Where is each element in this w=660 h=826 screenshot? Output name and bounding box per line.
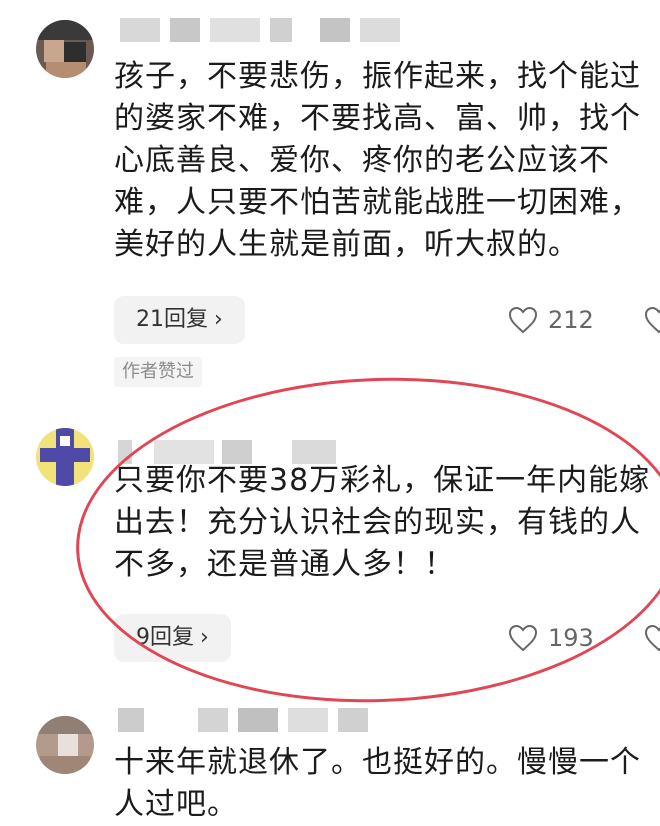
avatar[interactable]: [36, 428, 94, 486]
chevron-right-icon: ›: [214, 307, 223, 332]
username-blurred[interactable]: [120, 18, 420, 42]
comment-text: 十来年就退休了。也挺好的。慢慢一个 人过吧。: [114, 745, 641, 822]
author-liked-badge: 作者赞过: [114, 357, 202, 387]
comment-text: 孩子，不要悲伤，振作起来，找个能过 的婆家不难，不要找高、富、帅，找个 心底善良…: [114, 59, 641, 262]
comment-item: 十来年就退休了。也挺好的。慢慢一个 人过吧。: [0, 700, 660, 825]
heart-outline-icon: [644, 624, 660, 652]
comment-text: 只要你不要38万彩礼，保证一年内能嫁 出去！充分认识社会的现实，有钱的人 不多，…: [114, 463, 651, 582]
like-count: 193: [548, 624, 594, 652]
view-replies-button[interactable]: 21回复 ›: [114, 296, 245, 344]
reply-count-label: 9回复: [136, 625, 194, 650]
like-button-partial[interactable]: [644, 300, 660, 340]
heart-outline-icon: [508, 624, 538, 652]
like-button-partial[interactable]: [644, 618, 660, 658]
like-button[interactable]: 212: [508, 300, 594, 340]
heart-outline-icon: [508, 306, 538, 334]
heart-outline-icon: [644, 306, 660, 334]
like-count: 212: [548, 306, 594, 334]
chevron-right-icon: ›: [200, 625, 209, 650]
like-button[interactable]: 193: [508, 618, 594, 658]
avatar[interactable]: [36, 716, 94, 774]
avatar[interactable]: [36, 20, 94, 78]
comment-item: 孩子，不要悲伤，振作起来，找个能过 的婆家不难，不要找高、富、帅，找个 心底善良…: [0, 0, 660, 400]
username-blurred[interactable]: [118, 708, 378, 732]
view-replies-button[interactable]: 9回复 ›: [114, 614, 231, 662]
comment-item: 只要你不要38万彩礼，保证一年内能嫁 出去！充分认识社会的现实，有钱的人 不多，…: [0, 400, 660, 700]
reply-count-label: 21回复: [136, 307, 208, 332]
